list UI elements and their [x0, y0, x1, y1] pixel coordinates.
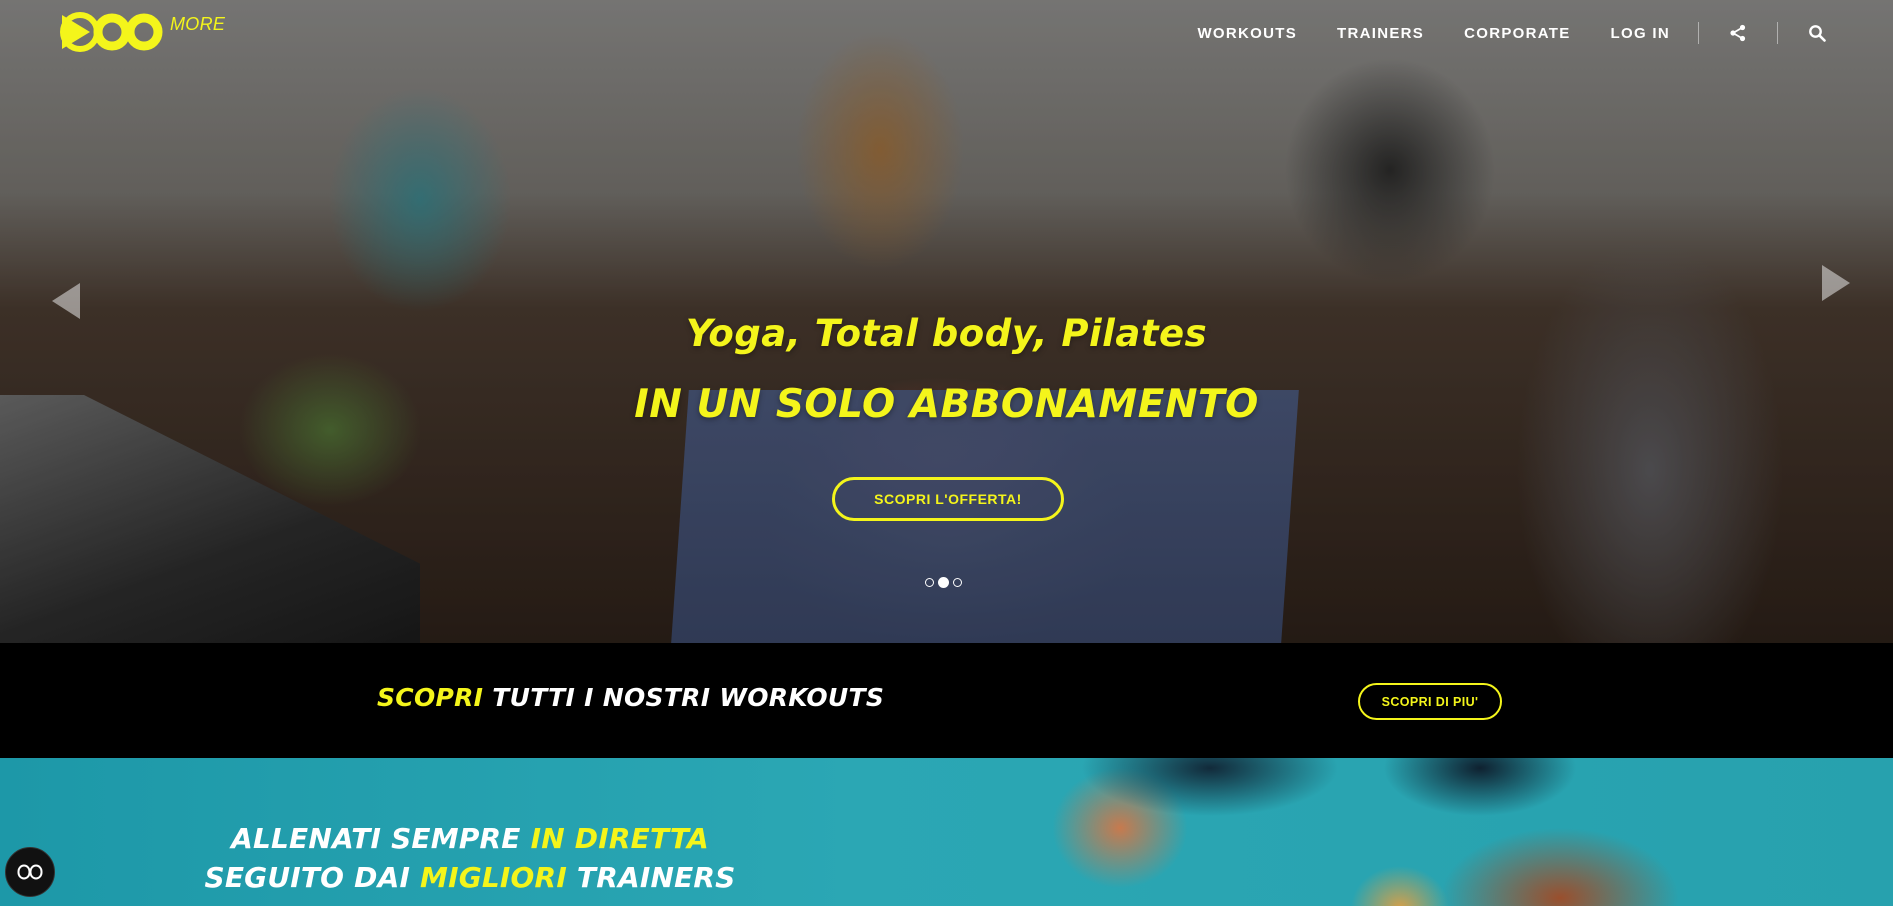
brand-logo[interactable]: MORE	[60, 12, 230, 56]
workouts-banner-highlight: SCOPRI	[377, 683, 484, 712]
live-title-line2: SEGUITO DAI MIGLIORI TRAINERS	[180, 861, 760, 894]
hero-carousel: MORE WORKOUTS TRAINERS CORPORATE LOG IN …	[0, 0, 1893, 643]
live-title-text: TRAINERS	[576, 861, 736, 894]
live-title-text: ALLENATI SEMPRE	[231, 822, 521, 855]
athlete-image	[1000, 758, 1700, 906]
live-training-section: ALLENATI SEMPRE IN DIRETTA SEGUITO DAI M…	[0, 758, 1893, 906]
nav-workouts[interactable]: WORKOUTS	[1197, 25, 1297, 42]
carousel-dot-2[interactable]	[938, 577, 949, 588]
main-nav: WORKOUTS TRAINERS CORPORATE LOG IN	[1157, 22, 1828, 44]
live-title-highlight: IN DIRETTA	[530, 822, 709, 855]
workouts-banner: SCOPRI TUTTI I NOSTRI WORKOUTS SCOPRI DI…	[0, 643, 1893, 758]
live-title-highlight: MIGLIORI	[420, 861, 567, 894]
nav-corporate[interactable]: CORPORATE	[1464, 25, 1570, 42]
live-title-line1: ALLENATI SEMPRE IN DIRETTA	[180, 822, 760, 855]
workouts-banner-text: TUTTI I NOSTRI WORKOUTS	[492, 683, 885, 712]
discover-offer-button[interactable]: SCOPRI L'OFFERTA!	[832, 477, 1064, 521]
nav-login[interactable]: LOG IN	[1611, 25, 1670, 42]
brand-suffix: MORE	[170, 14, 226, 34]
doo-logo-icon	[60, 12, 163, 52]
carousel-indicators	[925, 577, 962, 588]
nav-divider	[1777, 22, 1778, 44]
carousel-dot-3[interactable]	[953, 578, 962, 587]
carousel-next-icon[interactable]	[1822, 265, 1850, 301]
search-icon[interactable]	[1806, 22, 1828, 44]
accessibility-toggle-icon[interactable]	[5, 847, 55, 897]
hero-title-line1: Yoga, Total body, Pilates	[685, 312, 1208, 355]
share-icon[interactable]	[1727, 22, 1749, 44]
discover-more-button[interactable]: SCOPRI DI PIU'	[1358, 683, 1502, 720]
nav-divider	[1698, 22, 1699, 44]
carousel-dot-1[interactable]	[925, 578, 934, 587]
hero-title-line2: IN UN SOLO ABBONAMENTO	[634, 382, 1259, 427]
workouts-banner-title: SCOPRI TUTTI I NOSTRI WORKOUTS	[377, 683, 884, 712]
live-title-text: SEGUITO DAI	[204, 861, 411, 894]
nav-trainers[interactable]: TRAINERS	[1337, 25, 1424, 42]
